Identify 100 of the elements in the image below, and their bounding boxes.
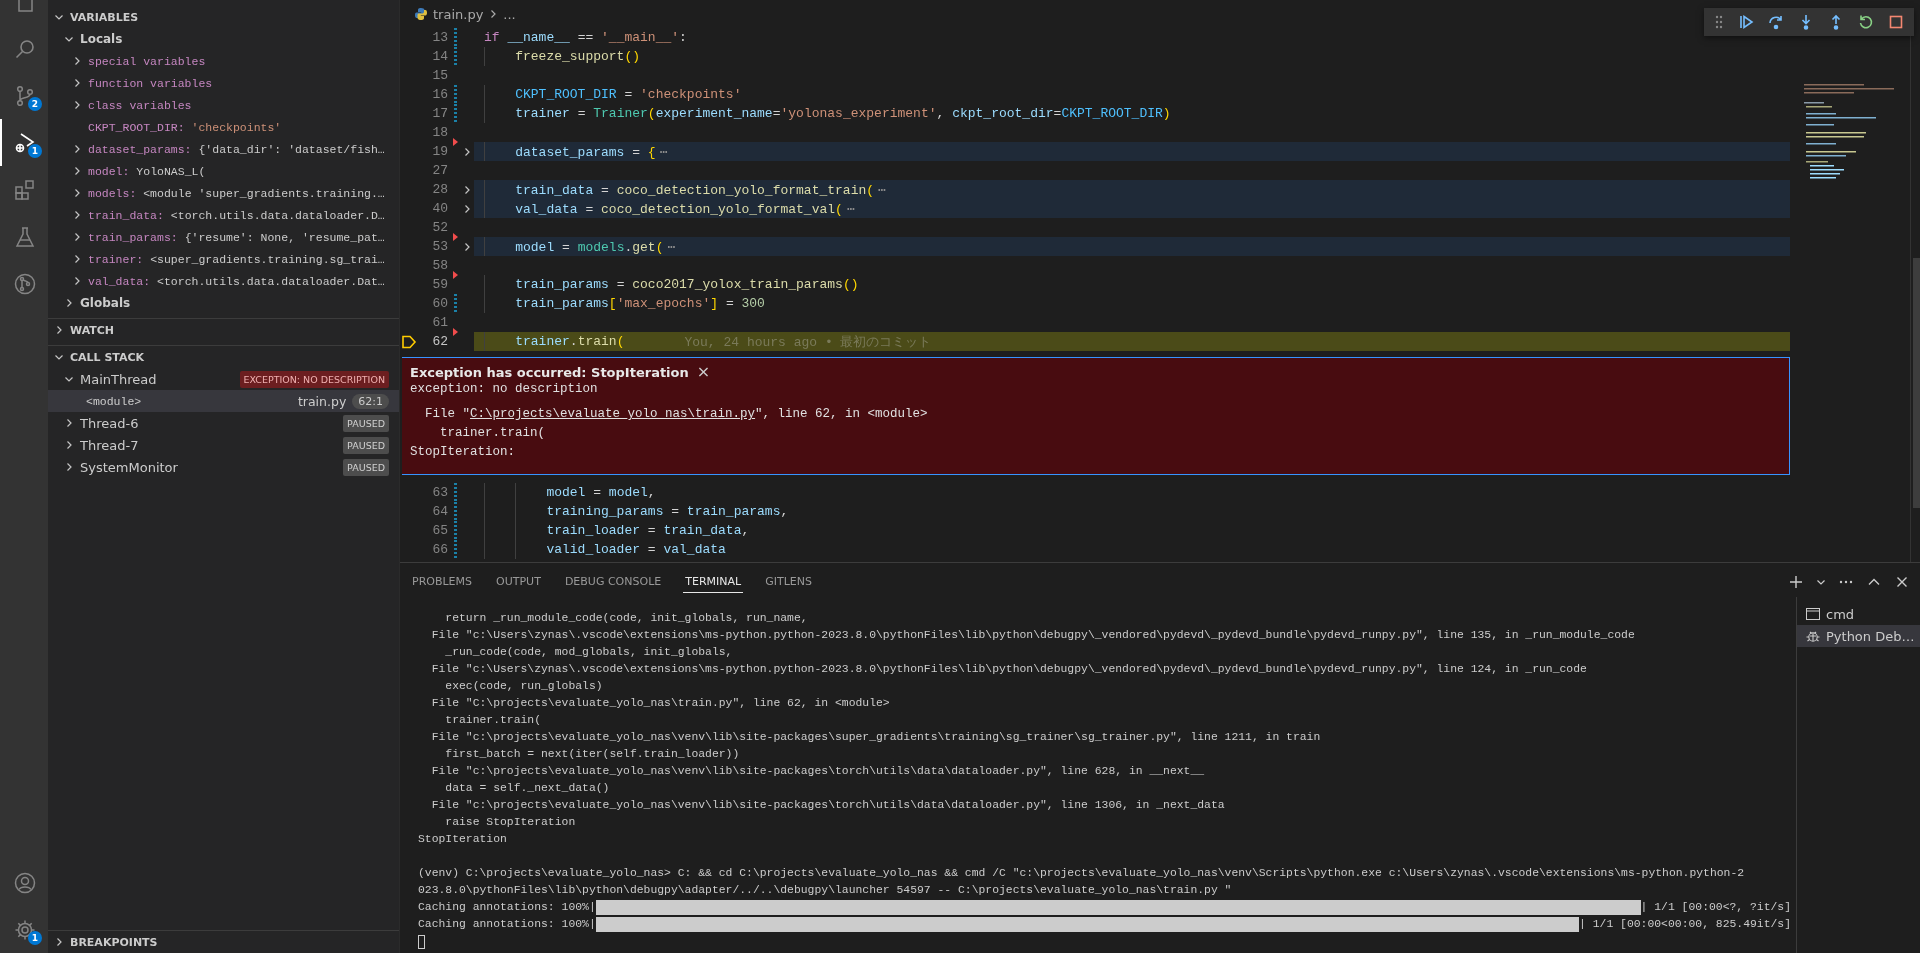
status-badge: PAUSED <box>343 436 389 454</box>
plus-icon[interactable] <box>1788 574 1804 590</box>
section-title[interactable]: BREAKPOINTS <box>70 935 158 949</box>
thread-name[interactable]: MainThread <box>80 371 234 387</box>
terminal-text: Caching annotations: 100%| <box>418 917 596 932</box>
variable-entry[interactable]: special variables <box>88 54 206 68</box>
fold-chevron-icon[interactable] <box>462 146 472 157</box>
line-number: 52 <box>431 220 448 235</box>
close-button[interactable]: × <box>694 364 713 380</box>
chevron-icon[interactable] <box>64 440 74 450</box>
code-line: CKPT_ROOT_DIR = 'checkpoints' <box>514 87 742 102</box>
chevron-icon[interactable] <box>72 100 82 110</box>
variable-entry[interactable]: trainer: <super_gradients.training.sg_trai… <box>88 252 385 266</box>
chevron-icon[interactable] <box>64 418 74 428</box>
variable-entry[interactable]: class variables <box>88 98 192 112</box>
chevron-icon[interactable] <box>72 56 82 66</box>
panel-tab[interactable]: TERMINAL <box>683 571 744 593</box>
line-number: 63 <box>431 485 448 500</box>
variable-entry[interactable]: function variables <box>88 76 213 90</box>
chevron-icon[interactable] <box>64 34 74 44</box>
line-number: 13 <box>431 30 448 45</box>
code-line: model = model, <box>545 485 656 500</box>
line-number: 40 <box>431 201 448 216</box>
flask-icon <box>13 224 37 249</box>
line-number: 27 <box>431 163 448 178</box>
chevron-icon[interactable] <box>64 462 74 472</box>
panel-tab[interactable]: DEBUG CONSOLE <box>562 571 664 593</box>
code-line: valid_loader = val_data <box>545 542 726 557</box>
terminal-line: File "c:\projects\evaluate_yolo_nas\venv\lib\site-packages\super_gradients\training\sg_trainer\sg_trainer.py", line 1211, in train <box>430 730 1322 745</box>
line-number: 18 <box>431 125 448 140</box>
chevron-down-icon[interactable] <box>1816 577 1826 587</box>
code-line: val_data = coco_detection_yolo_format_val( ⋯ <box>514 200 855 217</box>
thread-name[interactable]: Thread-7 <box>80 437 338 453</box>
file-name: train.py <box>297 393 347 409</box>
scope-label[interactable]: Globals <box>80 296 131 310</box>
status-badge: PAUSED <box>343 414 389 432</box>
breadcrumb-item[interactable]: train.py <box>433 6 484 22</box>
chevron-icon[interactable] <box>72 144 82 154</box>
exception-description: exception: no description <box>410 381 599 398</box>
exception-title: Exception has occurred: StopIteration <box>410 364 689 380</box>
terminal-text: Caching annotations: 100%| <box>418 900 596 915</box>
terminal-line: File "c:\Users\zynas\.vscode\extensions\ms-python.python-2023.8.0\pythonFiles\lib\python\debugpy\_vendored\pydevd\_pydevd_bundle\pydevd_runpy.py", line 135, in _run_module_code <box>430 628 1636 643</box>
variable-entry[interactable]: train_data: <torch.utils.data.dataloader.D… <box>88 208 385 222</box>
variable-entry[interactable]: models: <module 'super_gradients.training.… <box>88 186 385 200</box>
fold-chevron-icon[interactable] <box>462 184 472 195</box>
account-icon <box>13 870 37 895</box>
chevron-icon[interactable] <box>72 188 82 198</box>
status-badge: EXCEPTION: NO DESCRIPTION <box>239 370 389 388</box>
chevron-icon[interactable] <box>72 232 82 242</box>
chevron-icon[interactable] <box>72 276 82 286</box>
chevron-icon[interactable] <box>72 166 82 176</box>
chevron-icon[interactable] <box>72 78 82 88</box>
thread-name[interactable]: Thread-6 <box>80 415 338 431</box>
section-title[interactable]: VARIABLES <box>70 10 139 24</box>
terminal-instance-name[interactable]: cmd <box>1826 606 1855 622</box>
fold-chevron-icon[interactable] <box>462 203 472 214</box>
section-title[interactable]: CALL STACK <box>70 350 145 364</box>
line-number: 53 <box>431 239 448 254</box>
run-debug-icon <box>13 130 37 155</box>
panel-tab[interactable]: OUTPUT <box>494 571 543 593</box>
status-badge: PAUSED <box>343 458 389 476</box>
chevron-icon[interactable] <box>72 254 82 264</box>
scrollbar-thumb[interactable] <box>1913 258 1920 508</box>
chevron-icon[interactable] <box>54 352 64 362</box>
panel-tab[interactable]: PROBLEMS <box>410 571 475 593</box>
variable-entry[interactable]: CKPT_ROOT_DIR: 'checkpoints' <box>88 120 282 134</box>
terminal-line: _run_code(code, mod_globals, init_globals, <box>444 645 734 660</box>
drag-handle-icon[interactable] <box>1714 14 1724 30</box>
panel-tab[interactable]: GITLENS <box>763 571 814 593</box>
section-title[interactable]: WATCH <box>70 323 115 337</box>
chevron-icon[interactable] <box>64 374 74 384</box>
count-badge: 2 <box>28 97 42 111</box>
chevron-icon[interactable] <box>54 12 64 22</box>
variable-entry[interactable]: model: YoloNAS_L( <box>88 164 206 178</box>
restart-icon[interactable] <box>1858 14 1874 30</box>
chevron-icon[interactable] <box>72 210 82 220</box>
chevron-icon[interactable] <box>54 325 64 335</box>
variable-entry[interactable]: train_params: {'resume': None, 'resume_pat… <box>88 230 385 244</box>
traceback-line: File "C:\projects\evaluate_yolo_nas\train.py", line 62, in <module> <box>424 406 929 423</box>
code-line: trainer.train( <box>514 334 625 349</box>
chevron-icon[interactable] <box>54 937 64 947</box>
fold-chevron-icon[interactable] <box>462 241 472 252</box>
line-number: 62 <box>431 334 448 349</box>
stack-frame-name[interactable]: <module> <box>86 394 292 408</box>
thread-name[interactable]: SystemMonitor <box>80 459 338 475</box>
step-over-icon[interactable] <box>1768 14 1784 30</box>
python-file-icon <box>414 7 428 21</box>
file-link[interactable]: C:\projects\evaluate_yolo_nas\train.py <box>470 407 756 421</box>
continue-icon[interactable] <box>1738 14 1754 30</box>
code-line: model = models.get( ⋯ <box>514 238 676 255</box>
chevron-icon[interactable] <box>64 298 74 308</box>
scope-label[interactable]: Locals <box>80 32 123 46</box>
code-line: train_params = coco2017_yolox_train_params() <box>514 277 859 292</box>
breadcrumb-item[interactable]: ... <box>503 6 516 22</box>
terminal-line: first_batch = next(iter(self.train_loader)) <box>444 747 741 762</box>
stop-icon[interactable] <box>1888 14 1904 30</box>
traceback-line: trainer.train( <box>439 425 547 442</box>
variable-entry[interactable]: dataset_params: {'data_dir': 'dataset/fish… <box>88 142 385 156</box>
variable-entry[interactable]: val_data: <torch.utils.data.dataloader.Dat… <box>88 274 385 288</box>
line-number: 61 <box>431 315 448 330</box>
